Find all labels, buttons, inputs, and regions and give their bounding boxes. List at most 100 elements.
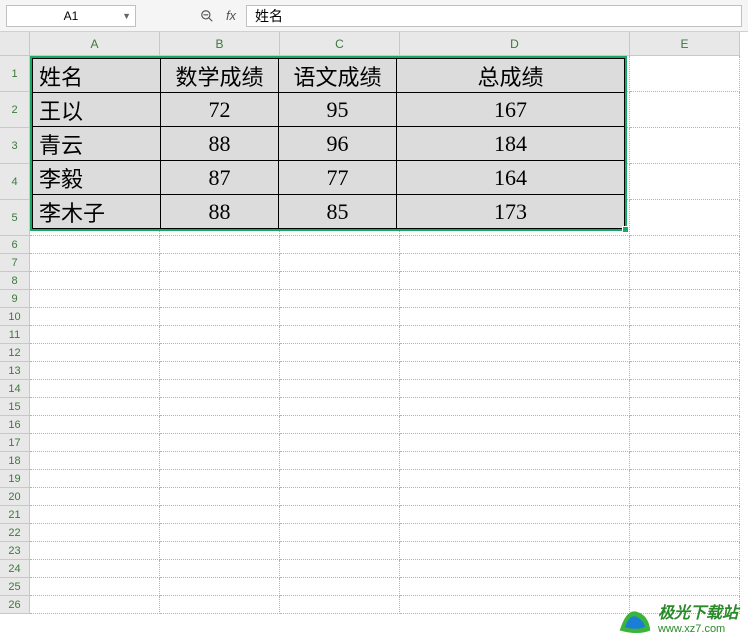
- cell[interactable]: [400, 416, 630, 434]
- row-header[interactable]: 13: [0, 362, 30, 380]
- cell[interactable]: [280, 434, 400, 452]
- fx-icon[interactable]: fx: [222, 7, 240, 25]
- cell[interactable]: [160, 524, 280, 542]
- cell[interactable]: [280, 560, 400, 578]
- cell-total[interactable]: 167: [397, 93, 625, 127]
- cell[interactable]: [160, 236, 280, 254]
- cell[interactable]: [400, 272, 630, 290]
- name-box[interactable]: A1 ▼: [6, 5, 136, 27]
- cell[interactable]: [160, 578, 280, 596]
- cell[interactable]: [400, 524, 630, 542]
- cell[interactable]: [630, 452, 740, 470]
- column-header-e[interactable]: E: [630, 32, 740, 56]
- cell[interactable]: [30, 254, 160, 272]
- formula-input[interactable]: 姓名: [246, 5, 742, 27]
- cell[interactable]: [630, 326, 740, 344]
- row-header[interactable]: 17: [0, 434, 30, 452]
- cell[interactable]: [400, 542, 630, 560]
- cell-name[interactable]: 青云: [33, 127, 161, 161]
- cell[interactable]: [160, 452, 280, 470]
- row-header[interactable]: 3: [0, 128, 30, 164]
- cell-chinese[interactable]: 77: [279, 161, 397, 195]
- cell[interactable]: [30, 380, 160, 398]
- cell[interactable]: [160, 434, 280, 452]
- cell[interactable]: [280, 542, 400, 560]
- cell[interactable]: [280, 596, 400, 614]
- cell[interactable]: [400, 380, 630, 398]
- cell[interactable]: [630, 416, 740, 434]
- column-header-b[interactable]: B: [160, 32, 280, 56]
- cell[interactable]: [160, 308, 280, 326]
- cell[interactable]: [160, 470, 280, 488]
- row-header[interactable]: 10: [0, 308, 30, 326]
- cell[interactable]: [280, 308, 400, 326]
- cell[interactable]: [630, 578, 740, 596]
- cell[interactable]: [400, 362, 630, 380]
- cell[interactable]: [30, 362, 160, 380]
- cell-math[interactable]: 72: [161, 93, 279, 127]
- cell[interactable]: [30, 272, 160, 290]
- cell[interactable]: [400, 290, 630, 308]
- cell[interactable]: [280, 380, 400, 398]
- cell[interactable]: [30, 578, 160, 596]
- cell[interactable]: [630, 200, 740, 236]
- cell-name[interactable]: 李毅: [33, 161, 161, 195]
- cell[interactable]: [400, 470, 630, 488]
- cell-total[interactable]: 164: [397, 161, 625, 195]
- cell[interactable]: [30, 560, 160, 578]
- row-header[interactable]: 19: [0, 470, 30, 488]
- cell[interactable]: [30, 452, 160, 470]
- row-header[interactable]: 20: [0, 488, 30, 506]
- cell-name[interactable]: 王以: [33, 93, 161, 127]
- row-header[interactable]: 18: [0, 452, 30, 470]
- cell[interactable]: [30, 470, 160, 488]
- cell[interactable]: [630, 308, 740, 326]
- cell[interactable]: [30, 290, 160, 308]
- cell[interactable]: [30, 434, 160, 452]
- cell[interactable]: [160, 344, 280, 362]
- row-header[interactable]: 12: [0, 344, 30, 362]
- cell[interactable]: [630, 560, 740, 578]
- cell[interactable]: [30, 416, 160, 434]
- cell[interactable]: [630, 290, 740, 308]
- row-header[interactable]: 4: [0, 164, 30, 200]
- cell[interactable]: [280, 254, 400, 272]
- cell[interactable]: [630, 272, 740, 290]
- cell[interactable]: [30, 506, 160, 524]
- cell[interactable]: [280, 488, 400, 506]
- cell[interactable]: [400, 308, 630, 326]
- cell[interactable]: [280, 272, 400, 290]
- cell[interactable]: [630, 524, 740, 542]
- cell[interactable]: [160, 506, 280, 524]
- cell[interactable]: [280, 236, 400, 254]
- cell[interactable]: [30, 542, 160, 560]
- cell[interactable]: [400, 596, 630, 614]
- cell[interactable]: [630, 542, 740, 560]
- row-header[interactable]: 2: [0, 92, 30, 128]
- row-header[interactable]: 26: [0, 596, 30, 614]
- column-header-a[interactable]: A: [30, 32, 160, 56]
- cell[interactable]: [30, 344, 160, 362]
- cell[interactable]: [30, 596, 160, 614]
- cell[interactable]: [280, 506, 400, 524]
- cell[interactable]: [160, 272, 280, 290]
- row-header[interactable]: 7: [0, 254, 30, 272]
- cell-math[interactable]: 87: [161, 161, 279, 195]
- row-header[interactable]: 25: [0, 578, 30, 596]
- cell-total[interactable]: 173: [397, 195, 625, 229]
- cell[interactable]: [160, 542, 280, 560]
- row-header[interactable]: 21: [0, 506, 30, 524]
- cell[interactable]: [400, 344, 630, 362]
- cell[interactable]: [630, 506, 740, 524]
- column-header-d[interactable]: D: [400, 32, 630, 56]
- cell[interactable]: [280, 290, 400, 308]
- cell[interactable]: [280, 470, 400, 488]
- cell[interactable]: [630, 344, 740, 362]
- cell-name[interactable]: 李木子: [33, 195, 161, 229]
- cell[interactable]: [280, 326, 400, 344]
- row-header[interactable]: 14: [0, 380, 30, 398]
- cell[interactable]: [30, 326, 160, 344]
- cell[interactable]: [160, 398, 280, 416]
- cell[interactable]: [400, 560, 630, 578]
- row-header[interactable]: 9: [0, 290, 30, 308]
